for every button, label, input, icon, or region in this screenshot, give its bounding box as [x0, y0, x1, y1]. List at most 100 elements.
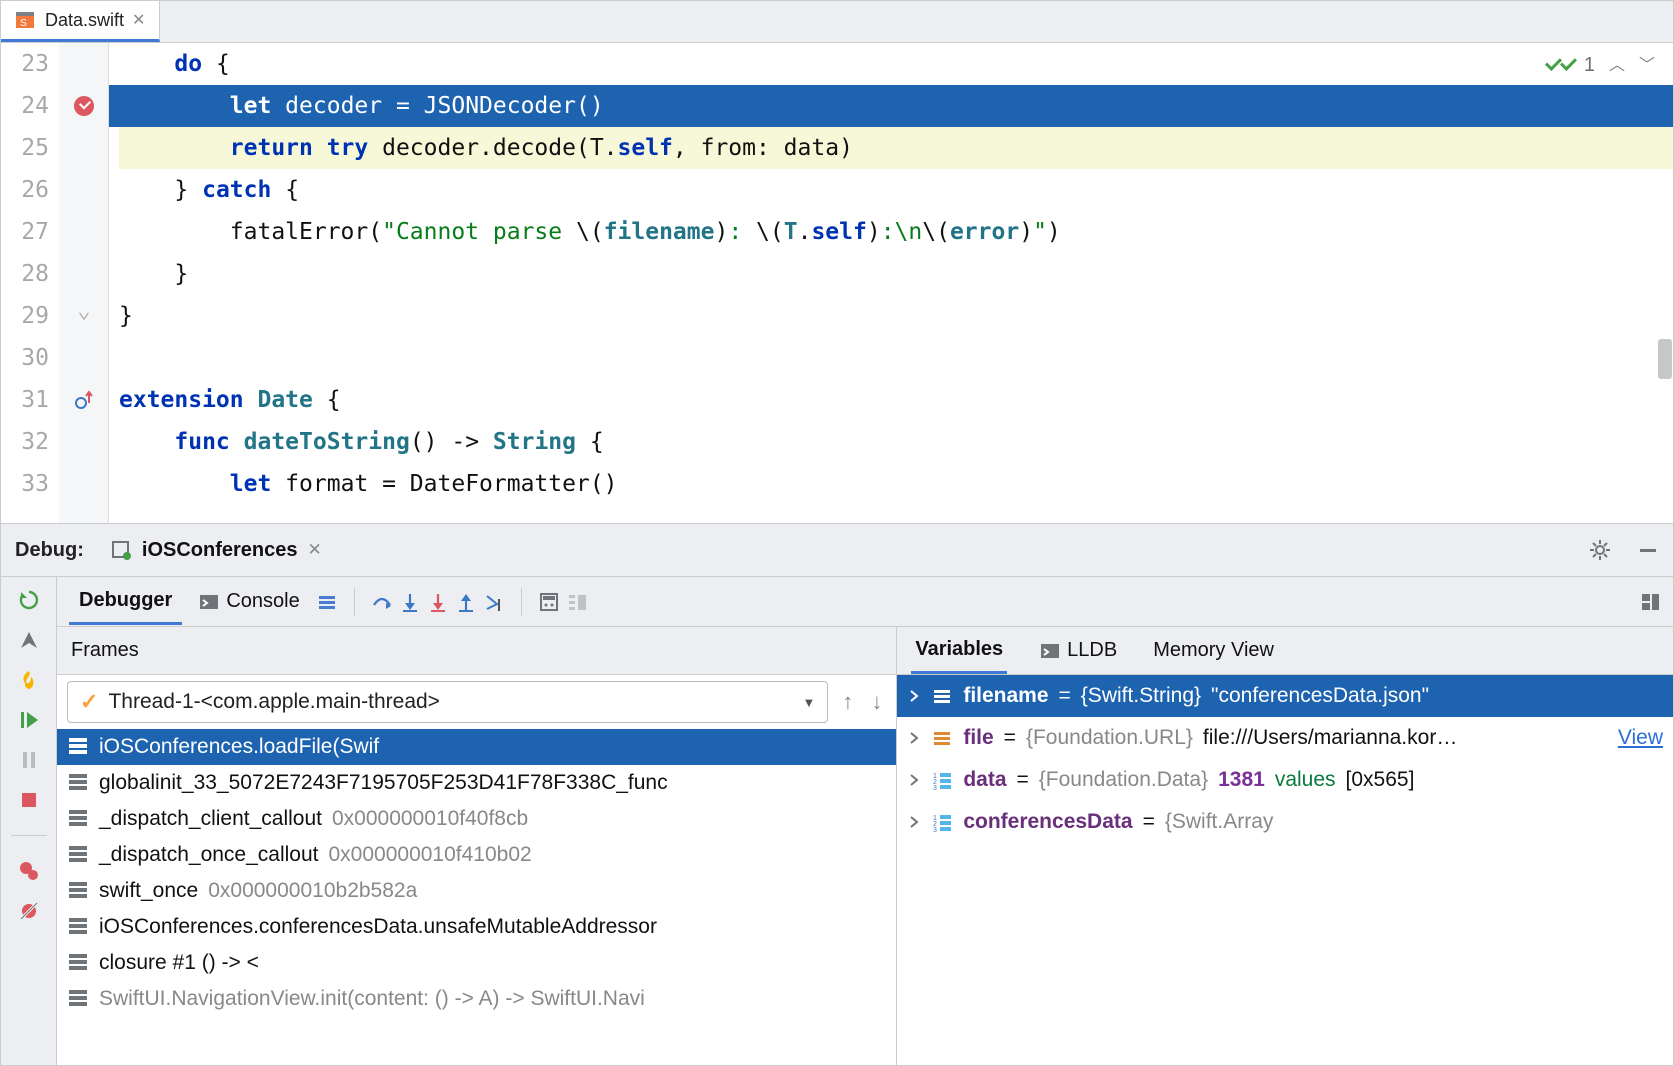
minimize-icon[interactable]: [1637, 539, 1659, 561]
next-frame-icon[interactable]: ↓: [867, 685, 886, 719]
chevron-right-icon[interactable]: [907, 732, 921, 744]
code-editor[interactable]: 2324252627282930313233 do { let decoder …: [1, 43, 1673, 523]
step-out-icon[interactable]: [455, 591, 477, 613]
breakpoint-icon[interactable]: [74, 96, 94, 116]
variable-row[interactable]: 123conferencesData = {Swift.Array: [897, 801, 1673, 843]
variable-name: conferencesData: [963, 810, 1132, 834]
flame-icon[interactable]: [18, 669, 40, 691]
tab-console[interactable]: Console: [188, 580, 309, 623]
threads-icon[interactable]: [316, 591, 338, 613]
gutter-cell[interactable]: [59, 295, 108, 337]
variable-row[interactable]: 123data = {Foundation.Data} 1381 values …: [897, 759, 1673, 801]
code-line[interactable]: }: [119, 295, 1673, 337]
prev-frame-icon[interactable]: ↑: [838, 685, 857, 719]
variable-row[interactable]: file = {Foundation.URL} file:///Users/ma…: [897, 717, 1673, 759]
tab-lldb[interactable]: LLDB: [1035, 629, 1121, 672]
variable-type-icon: 123: [931, 769, 953, 791]
line-number: 33: [1, 463, 49, 505]
gutter-cell[interactable]: [59, 127, 108, 169]
gutter-cell[interactable]: [59, 85, 108, 127]
variable-type-icon: [931, 727, 953, 749]
gutter-cell[interactable]: [59, 211, 108, 253]
force-step-into-icon[interactable]: [427, 591, 449, 613]
code-line[interactable]: extension Date {: [119, 379, 1673, 421]
thread-selector-row: ✓ Thread-1-<com.apple.main-thread> ▼ ↑ ↓: [57, 675, 896, 729]
evaluate-expression-icon[interactable]: [538, 591, 560, 613]
code-line[interactable]: fatalError("Cannot parse \(filename): \(…: [119, 211, 1673, 253]
line-number: 26: [1, 169, 49, 211]
resume-icon[interactable]: [18, 709, 40, 731]
variable-value: file:///Users/marianna.kor…: [1203, 726, 1457, 750]
gutter-cell[interactable]: [59, 463, 108, 505]
chevron-up-icon[interactable]: ︿: [1609, 44, 1625, 86]
stack-frame[interactable]: SwiftUI.NavigationView.init(content: () …: [57, 981, 896, 1017]
stack-frame[interactable]: closure #1 () -> <: [57, 945, 896, 981]
editor-scrollbar-thumb[interactable]: [1658, 339, 1672, 379]
run-to-cursor-icon[interactable]: [483, 591, 505, 613]
frames-list[interactable]: iOSConferences.loadFile(Swif globalinit_3…: [57, 729, 896, 1065]
navigate-icon[interactable]: [18, 629, 40, 651]
check-icon: [1560, 54, 1577, 71]
gutter-cell[interactable]: [59, 421, 108, 463]
debug-config-tab[interactable]: iOSConferences ✕: [110, 539, 322, 562]
stack-frame[interactable]: globalinit_33_5072E7243F7195705F253D41F7…: [57, 765, 896, 801]
code-line[interactable]: }: [119, 253, 1673, 295]
close-icon[interactable]: ✕: [308, 540, 322, 560]
code-line[interactable]: let format = DateFormatter(): [119, 463, 1673, 505]
console-icon: [1039, 640, 1061, 662]
variable-row[interactable]: filename = {Swift.String} "conferencesDa…: [897, 675, 1673, 717]
code-text-area[interactable]: do { let decoder = JSONDecoder() return …: [109, 43, 1673, 523]
step-over-icon[interactable]: [371, 591, 393, 613]
line-number: 30: [1, 337, 49, 379]
chevron-down-icon[interactable]: ﹀: [1639, 44, 1655, 86]
code-line[interactable]: return try decoder.decode(T.self, from: …: [119, 127, 1673, 169]
step-into-icon[interactable]: [399, 591, 421, 613]
code-line[interactable]: func dateToString() -> String {: [119, 421, 1673, 463]
trace-icon[interactable]: [566, 591, 588, 613]
chevron-right-icon[interactable]: [907, 774, 921, 786]
gutter-cell[interactable]: [59, 337, 108, 379]
gutter-markers[interactable]: [59, 43, 109, 523]
variable-type: {Swift.String}: [1081, 684, 1201, 708]
tab-variables[interactable]: Variables: [911, 628, 1007, 674]
debug-side-toolbar: [1, 577, 57, 1065]
gear-icon[interactable]: [1589, 539, 1611, 561]
mute-breakpoints-icon[interactable]: [18, 900, 40, 922]
view-breakpoints-icon[interactable]: [18, 860, 40, 882]
layout-settings-icon[interactable]: [1639, 591, 1661, 613]
variables-list[interactable]: filename = {Swift.String} "conferencesDa…: [897, 675, 1673, 1065]
stack-frame[interactable]: iOSConferences.loadFile(Swif: [57, 729, 896, 765]
debug-panels: Frames ✓ Thread-1-<com.apple.main-thread…: [57, 627, 1673, 1065]
inspection-widget[interactable]: 1 ︿ ﹀: [1546, 54, 1655, 76]
thread-selector[interactable]: ✓ Thread-1-<com.apple.main-thread> ▼: [67, 681, 828, 723]
gutter-cell[interactable]: [59, 379, 108, 421]
frame-address: 0x000000010f40f8cb: [332, 807, 528, 831]
frames-panel: Frames ✓ Thread-1-<com.apple.main-thread…: [57, 627, 897, 1065]
frame-label: iOSConferences.loadFile(Swif: [99, 735, 379, 759]
code-line[interactable]: [119, 337, 1673, 379]
chevron-right-icon[interactable]: [907, 690, 921, 702]
variable-type: {Foundation.Data}: [1039, 768, 1208, 792]
stack-frame[interactable]: _dispatch_once_callout 0x000000010f410b0…: [57, 837, 896, 873]
frame-address: 0x000000010f410b02: [329, 843, 532, 867]
code-line[interactable]: do {: [119, 43, 1673, 85]
code-line[interactable]: let decoder = JSONDecoder(): [109, 85, 1673, 127]
tab-memory-view[interactable]: Memory View: [1149, 629, 1278, 672]
stop-icon[interactable]: [18, 789, 40, 811]
code-line[interactable]: } catch {: [119, 169, 1673, 211]
view-link[interactable]: View: [1618, 726, 1663, 750]
chevron-right-icon[interactable]: [907, 816, 921, 828]
stack-frame[interactable]: swift_once 0x000000010b2b582a: [57, 873, 896, 909]
gutter-cell[interactable]: [59, 169, 108, 211]
rerun-icon[interactable]: [18, 589, 40, 611]
stack-frame[interactable]: _dispatch_client_callout 0x000000010f40f…: [57, 801, 896, 837]
close-icon[interactable]: ✕: [132, 10, 145, 30]
gutter-cell[interactable]: [59, 43, 108, 85]
stack-frame[interactable]: iOSConferences.conferencesData.unsafeMut…: [57, 909, 896, 945]
editor-tabbar: S Data.swift ✕: [1, 1, 1673, 43]
editor-tab-active[interactable]: S Data.swift ✕: [1, 1, 160, 42]
pause-icon[interactable]: [18, 749, 40, 771]
stack-frame-icon: [69, 810, 89, 828]
tab-debugger[interactable]: Debugger: [69, 579, 182, 625]
gutter-cell[interactable]: [59, 253, 108, 295]
